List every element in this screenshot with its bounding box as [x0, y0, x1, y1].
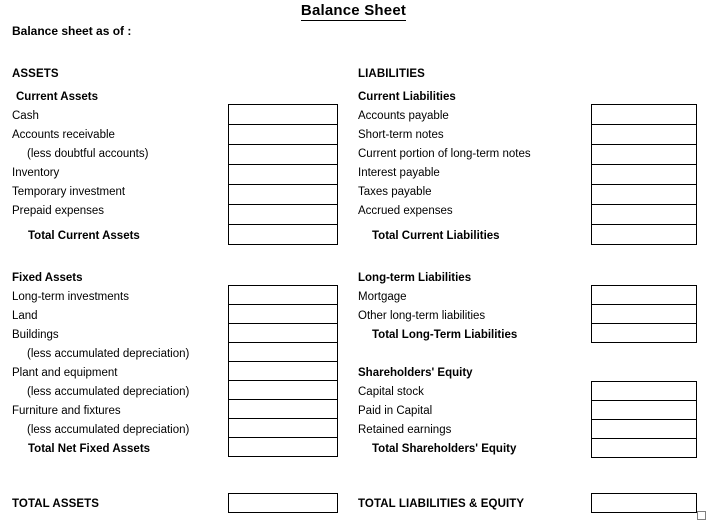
input-total-liabilities-and-equity[interactable]: [591, 493, 697, 513]
page-title: Balance Sheet: [0, 2, 707, 21]
assets-heading: ASSETS: [12, 68, 59, 80]
row-label-short-term-notes: Short-term notes: [358, 129, 444, 141]
fixed-assets-input-group: [228, 285, 338, 457]
input-buildings[interactable]: [229, 324, 337, 343]
row-label-cash: Cash: [12, 110, 39, 122]
input-other-long-term-liabilities[interactable]: [592, 305, 696, 324]
input-accrued-expenses[interactable]: [592, 205, 696, 225]
row-label-land: Land: [12, 310, 38, 322]
input-interest-payable[interactable]: [592, 165, 696, 185]
row-label-paid-in-capital: Paid in Capital: [358, 405, 433, 417]
row-label-accounts-payable: Accounts payable: [358, 110, 449, 122]
row-label-buildings: Buildings: [12, 329, 59, 341]
input-current-portion-of-long-term-notes[interactable]: [592, 145, 696, 165]
row-label-retained-earnings: Retained earnings: [358, 424, 452, 436]
input-furniture-less-accumulated-depreciation[interactable]: [229, 419, 337, 438]
input-total-current-liabilities[interactable]: [592, 225, 696, 244]
shareholders-equity-input-group: [591, 381, 697, 458]
input-inventory[interactable]: [229, 165, 337, 185]
row-label-total-long-term-liabilities: Total Long-Term Liabilities: [372, 329, 518, 341]
total-liabilities-and-equity-label: TOTAL LIABILITIES & EQUITY: [358, 498, 525, 510]
shareholders-equity-heading: Shareholders' Equity: [358, 367, 473, 379]
row-label-capital-stock: Capital stock: [358, 386, 424, 398]
input-total-assets[interactable]: [228, 493, 338, 513]
row-label-mortgage: Mortgage: [358, 291, 407, 303]
long-term-liabilities-heading: Long-term Liabilities: [358, 272, 472, 284]
row-label-interest-payable: Interest payable: [358, 167, 440, 179]
row-label-inventory: Inventory: [12, 167, 60, 179]
row-label-plant-less-accumulated-depreciation: (less accumulated depreciation): [27, 386, 190, 398]
row-label-furniture-less-accumulated-depreciation: (less accumulated depreciation): [27, 424, 190, 436]
liabilities-heading: LIABILITIES: [358, 68, 425, 80]
input-total-current-assets[interactable]: [229, 225, 337, 244]
row-label-long-term-investments: Long-term investments: [12, 291, 129, 303]
balance-sheet-page: Balance Sheet Balance sheet as of : ASSE…: [0, 0, 707, 520]
input-accounts-receivable[interactable]: [229, 125, 337, 145]
current-liabilities-heading: Current Liabilities: [358, 91, 456, 103]
input-short-term-notes[interactable]: [592, 125, 696, 145]
row-label-total-current-assets: Total Current Assets: [28, 230, 140, 242]
input-less-doubtful-accounts[interactable]: [229, 145, 337, 165]
row-label-buildings-less-accumulated-depreciation: (less accumulated depreciation): [27, 348, 190, 360]
input-plant-and-equipment[interactable]: [229, 362, 337, 381]
input-paid-in-capital[interactable]: [592, 401, 696, 420]
row-label-less-doubtful-accounts: (less doubtful accounts): [27, 148, 149, 160]
row-label-accounts-receivable: Accounts receivable: [12, 129, 115, 141]
row-label-total-net-fixed-assets: Total Net Fixed Assets: [28, 443, 151, 455]
row-label-prepaid-expenses: Prepaid expenses: [12, 205, 105, 217]
input-total-net-fixed-assets[interactable]: [229, 438, 337, 456]
input-buildings-less-accumulated-depreciation[interactable]: [229, 343, 337, 362]
current-liabilities-input-group: [591, 104, 697, 245]
row-label-current-portion-of-long-term-notes: Current portion of long-term notes: [358, 148, 531, 160]
input-retained-earnings[interactable]: [592, 420, 696, 439]
input-cash[interactable]: [229, 105, 337, 125]
long-term-liabilities-input-group: [591, 285, 697, 343]
row-label-plant-and-equipment: Plant and equipment: [12, 367, 118, 379]
input-land[interactable]: [229, 305, 337, 324]
input-temporary-investment[interactable]: [229, 185, 337, 205]
row-label-total-current-liabilities: Total Current Liabilities: [372, 230, 500, 242]
resize-handle[interactable]: [697, 511, 706, 520]
input-taxes-payable[interactable]: [592, 185, 696, 205]
row-label-total-shareholders-equity: Total Shareholders' Equity: [372, 443, 517, 455]
input-prepaid-expenses[interactable]: [229, 205, 337, 225]
total-assets-label: TOTAL ASSETS: [12, 498, 100, 510]
input-furniture-and-fixtures[interactable]: [229, 400, 337, 419]
input-plant-less-accumulated-depreciation[interactable]: [229, 381, 337, 400]
page-title-text: Balance Sheet: [300, 2, 407, 21]
fixed-assets-heading: Fixed Assets: [12, 272, 83, 284]
input-capital-stock[interactable]: [592, 382, 696, 401]
input-mortgage[interactable]: [592, 286, 696, 305]
current-assets-heading: Current Assets: [16, 91, 99, 103]
balance-sheet-as-of-label: Balance sheet as of :: [12, 24, 132, 38]
input-total-long-term-liabilities[interactable]: [592, 324, 696, 342]
input-long-term-investments[interactable]: [229, 286, 337, 305]
input-total-shareholders-equity[interactable]: [592, 439, 696, 457]
row-label-furniture-and-fixtures: Furniture and fixtures: [12, 405, 121, 417]
row-label-taxes-payable: Taxes payable: [358, 186, 432, 198]
row-label-temporary-investment: Temporary investment: [12, 186, 126, 198]
row-label-accrued-expenses: Accrued expenses: [358, 205, 453, 217]
current-assets-input-group: [228, 104, 338, 245]
row-label-other-long-term-liabilities: Other long-term liabilities: [358, 310, 486, 322]
input-accounts-payable[interactable]: [592, 105, 696, 125]
